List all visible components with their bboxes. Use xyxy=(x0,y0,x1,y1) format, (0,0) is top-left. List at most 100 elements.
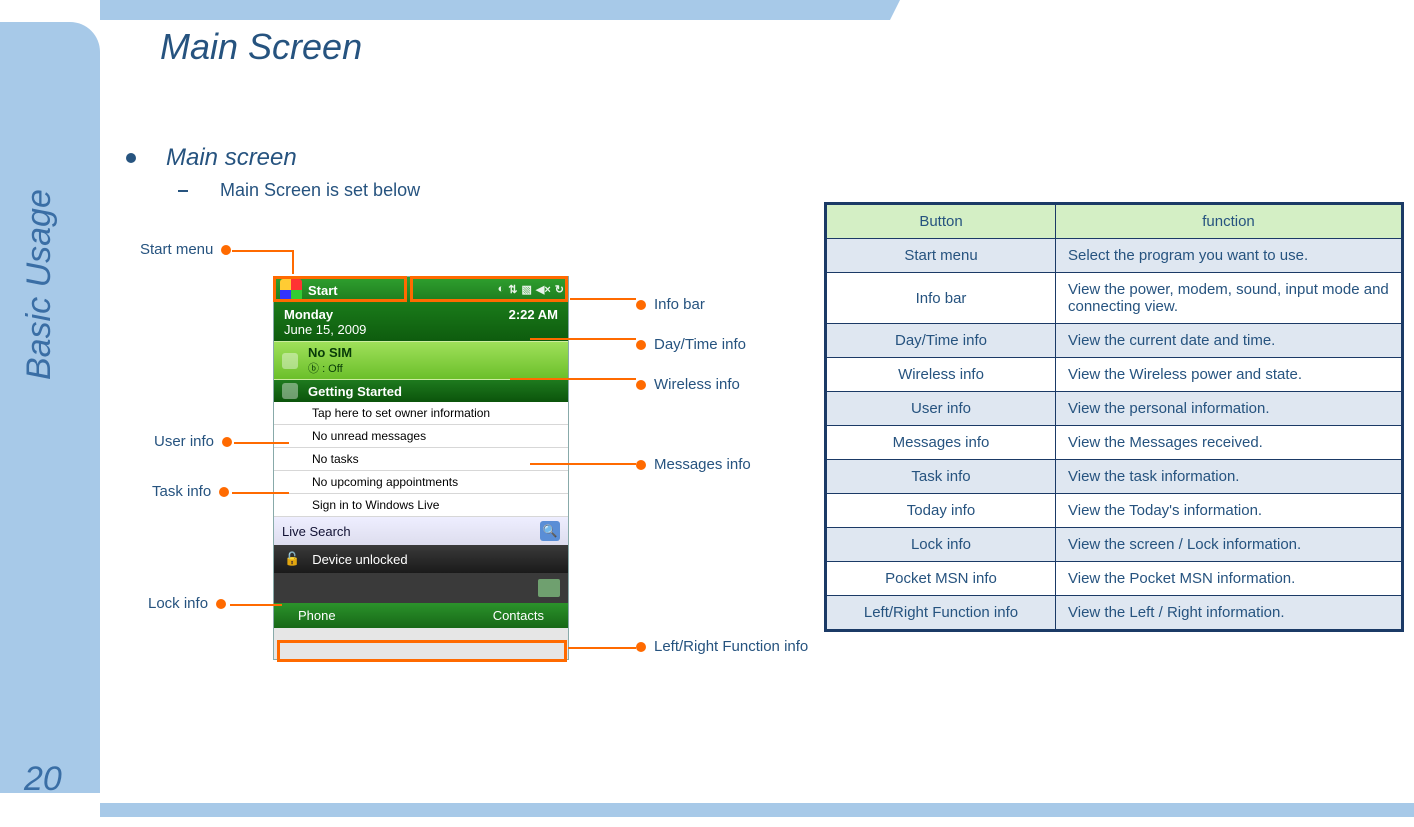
table-cell-function: View the personal information. xyxy=(1056,392,1403,426)
windows-flag-icon xyxy=(280,279,302,301)
table-cell-function: View the Messages received. xyxy=(1056,426,1403,460)
phone-live-text: Sign in to Windows Live xyxy=(312,498,439,512)
phone-time: 2:22 AM xyxy=(509,307,558,337)
bullet-main: Main screen xyxy=(126,144,297,172)
table-cell-button: Task info xyxy=(826,460,1056,494)
phone-messages-text: No unread messages xyxy=(312,429,426,443)
table-header-function: function xyxy=(1056,204,1403,239)
table-row: Left/Right Function infoView the Left / … xyxy=(826,596,1403,631)
getting-started-icon xyxy=(282,383,298,399)
phone-start-bar: Start ◐ ⇅ ▧ ◀× ↻ xyxy=(274,277,568,303)
table-row: Start menuSelect the program you want to… xyxy=(826,239,1403,273)
phone-getting-label: Getting Started xyxy=(308,384,402,399)
callout-label: Lock info xyxy=(148,595,208,612)
status-icon: ◐ xyxy=(498,283,505,295)
callout-start-menu: Start menu xyxy=(140,241,231,258)
page-title: Main Screen xyxy=(160,26,362,68)
phone-date-bar: Monday June 15, 2009 2:22 AM xyxy=(274,303,568,341)
table-cell-function: View the screen / Lock information. xyxy=(1056,528,1403,562)
bullet-main-text: Main screen xyxy=(166,144,297,172)
arrow-line xyxy=(568,647,636,649)
content-area: Main screen Main Screen is set below Sta… xyxy=(100,80,1414,777)
table-row: Wireless infoView the Wireless power and… xyxy=(826,358,1403,392)
callout-dot-icon xyxy=(636,340,646,350)
phone-appts-text: No upcoming appointments xyxy=(312,475,458,489)
phone-status-icons: ◐ ⇅ ▧ ◀× ↻ xyxy=(444,279,564,299)
bullet-sub: Main Screen is set below xyxy=(178,180,420,201)
callout-label: Start menu xyxy=(140,241,213,258)
callout-dot-icon xyxy=(216,599,226,609)
status-icon: ◀× xyxy=(536,283,551,296)
table-cell-button: Today info xyxy=(826,494,1056,528)
phone-appts-row: No upcoming appointments xyxy=(274,471,568,494)
phone-live-row: Sign in to Windows Live xyxy=(274,494,568,517)
callout-label: Day/Time info xyxy=(654,336,746,353)
table-cell-function: View the task information. xyxy=(1056,460,1403,494)
signal-icon xyxy=(282,353,298,369)
callout-dot-icon xyxy=(636,300,646,310)
sidebar-section-label: Basic Usage xyxy=(20,189,59,380)
phone-tasks-row: No tasks xyxy=(274,448,568,471)
arrow-line xyxy=(232,250,292,252)
callout-dot-icon xyxy=(636,460,646,470)
bullet-dash-icon xyxy=(178,190,188,192)
status-icon: ⇅ xyxy=(508,283,517,296)
phone-day: Monday xyxy=(284,307,366,322)
phone-spacer xyxy=(274,573,568,603)
table-cell-button: Messages info xyxy=(826,426,1056,460)
bottom-accent-bar xyxy=(100,803,1414,817)
phone-messages-row: No unread messages xyxy=(274,425,568,448)
bullet-dot-icon xyxy=(126,153,136,163)
page-number: 20 xyxy=(24,760,62,799)
arrow-line xyxy=(530,463,636,465)
arrow-line xyxy=(530,338,636,340)
sidebar-block xyxy=(0,22,100,793)
top-accent-bar xyxy=(100,0,1414,20)
table-cell-button: Day/Time info xyxy=(826,324,1056,358)
bullet-sub-text: Main Screen is set below xyxy=(220,180,420,201)
phone-mockup: Start ◐ ⇅ ▧ ◀× ↻ Monday June 15, 2009 2:… xyxy=(273,276,569,660)
callout-messages: Messages info xyxy=(636,456,751,473)
callout-label: Wireless info xyxy=(654,376,740,393)
callout-dot-icon xyxy=(636,380,646,390)
callout-dot-icon xyxy=(636,642,646,652)
table-cell-button: Start menu xyxy=(826,239,1056,273)
phone-livesearch-label: Live Search xyxy=(282,524,351,539)
table-row: Today infoView the Today's information. xyxy=(826,494,1403,528)
phone-unlock-text: Device unlocked xyxy=(312,552,407,567)
lock-icon: 🔓 xyxy=(284,551,300,567)
table-cell-button: Info bar xyxy=(826,273,1056,324)
table-cell-button: Pocket MSN info xyxy=(826,562,1056,596)
arrow-line xyxy=(230,604,282,606)
table-cell-function: View the current date and time. xyxy=(1056,324,1403,358)
callout-label: Messages info xyxy=(654,456,751,473)
table-cell-function: View the Pocket MSN information. xyxy=(1056,562,1403,596)
table-row: Messages infoView the Messages received. xyxy=(826,426,1403,460)
table-row: Day/Time infoView the current date and t… xyxy=(826,324,1403,358)
phone-sim-row: No SIM ⓑ : Off xyxy=(274,341,568,379)
phone-soft-left: Phone xyxy=(298,608,336,623)
phone-date: June 15, 2009 xyxy=(284,322,366,337)
phone-today-list: Tap here to set owner information No unr… xyxy=(274,402,568,517)
table-row: Lock infoView the screen / Lock informat… xyxy=(826,528,1403,562)
table-cell-function: View the Wireless power and state. xyxy=(1056,358,1403,392)
arrow-line xyxy=(234,442,289,444)
callout-user-info: User info xyxy=(154,433,232,450)
arrow-line xyxy=(570,298,636,300)
status-icon: ↻ xyxy=(555,283,564,296)
arrow-line xyxy=(510,378,636,380)
button-function-table: Button function Start menuSelect the pro… xyxy=(824,202,1404,632)
arrow-line xyxy=(292,250,294,274)
callout-dot-icon xyxy=(222,437,232,447)
table-cell-button: Wireless info xyxy=(826,358,1056,392)
callout-task-info: Task info xyxy=(152,483,229,500)
phone-bt: : Off xyxy=(322,363,343,375)
phone-sim: No SIM xyxy=(308,345,352,360)
search-icon: 🔍 xyxy=(540,521,560,541)
phone-owner-text: Tap here to set owner information xyxy=(312,406,490,420)
phone-soft-right: Contacts xyxy=(493,608,544,623)
callout-dot-icon xyxy=(221,245,231,255)
table-cell-function: Select the program you want to use. xyxy=(1056,239,1403,273)
phone-tasks-text: No tasks xyxy=(312,452,359,466)
callout-softkeys: Left/Right Function info xyxy=(636,638,808,655)
